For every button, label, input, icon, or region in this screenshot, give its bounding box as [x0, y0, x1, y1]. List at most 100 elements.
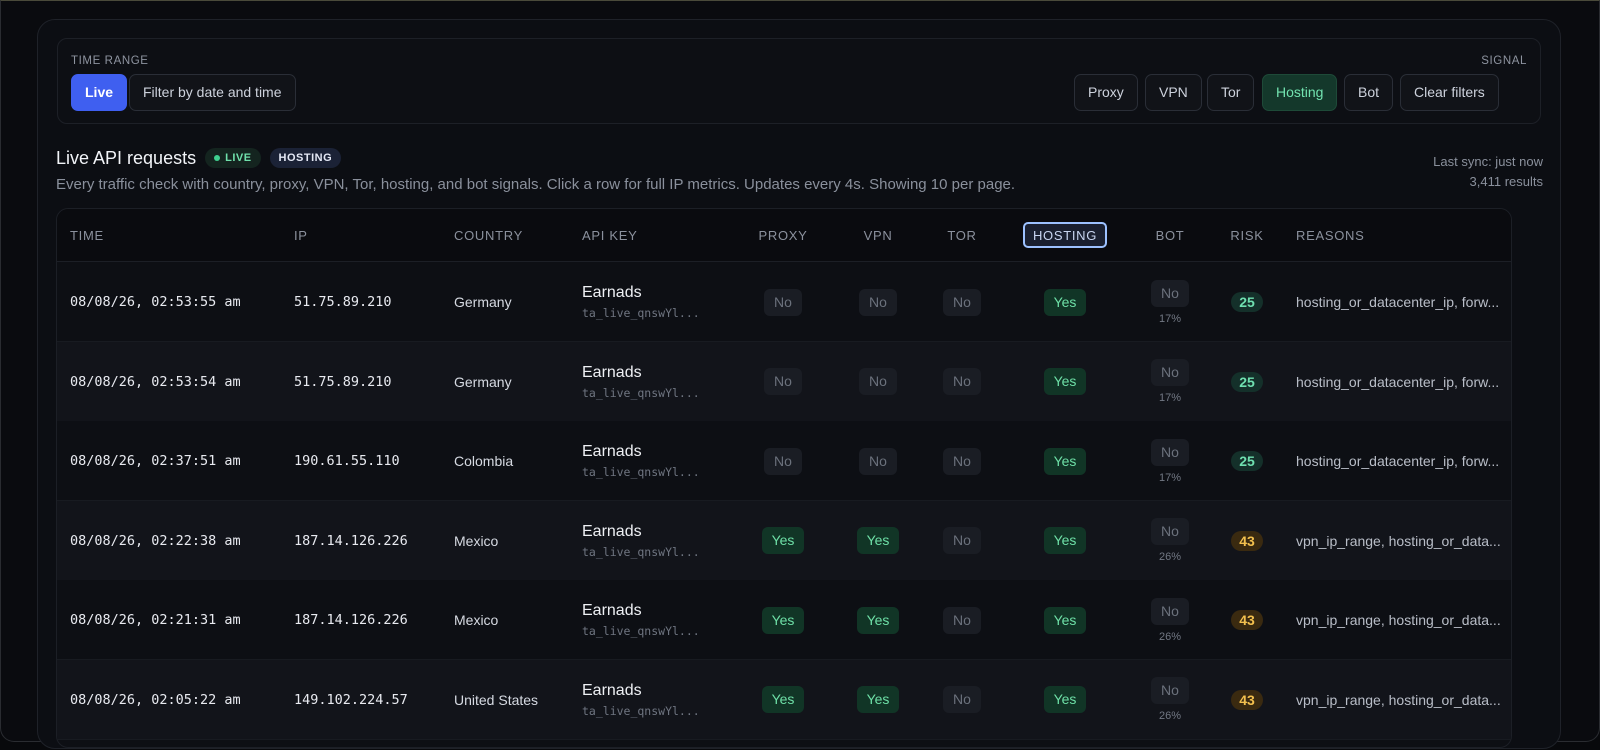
live-dot-icon: [214, 155, 221, 161]
cell-reasons: hosting_or_datacenter_ip, forw...: [1296, 342, 1506, 422]
live-button[interactable]: Live: [71, 74, 128, 111]
column-header-api-key[interactable]: API KEY: [582, 209, 637, 262]
column-header-tor[interactable]: TOR: [922, 209, 1002, 262]
cell-ip: 187.14.126.226: [294, 501, 444, 581]
risk-score-badge: 43: [1231, 530, 1263, 551]
cell-bot: No 26%: [1130, 501, 1210, 581]
column-header-vpn[interactable]: VPN: [838, 209, 918, 262]
cell-ip: 187.14.126.226: [294, 580, 444, 660]
hosting-badge: Yes: [1043, 288, 1087, 316]
signal-tor-button[interactable]: Tor: [1207, 74, 1255, 111]
clear-filters-button[interactable]: Clear filters: [1400, 74, 1499, 111]
tor-badge: No: [943, 447, 981, 475]
api-key-name: Earnads: [582, 602, 642, 619]
bot-probability: 26%: [1158, 630, 1182, 643]
bot-probability: 26%: [1158, 710, 1182, 722]
column-header-reasons[interactable]: REASONS: [1296, 209, 1364, 262]
column-header-country[interactable]: COUNTRY: [454, 209, 523, 262]
vpn-badge: Yes: [856, 527, 900, 554]
proxy-badge: Yes: [761, 527, 805, 554]
last-sync-text: Last sync: just now: [1433, 154, 1543, 169]
api-key-name: Earnads: [582, 284, 642, 301]
bot-badge: No: [1151, 438, 1189, 466]
api-key-id: ta_live_qnswYl...: [582, 624, 700, 638]
bot-badge: No: [1151, 597, 1189, 625]
cell-vpn: No: [838, 262, 918, 342]
cell-vpn: Yes: [838, 501, 918, 581]
ip-value: 149.102.224.57: [294, 691, 408, 708]
signal-bot-button[interactable]: Bot: [1344, 74, 1394, 111]
page-title: Live API requests: [56, 147, 197, 168]
cell-risk: 43: [1207, 501, 1287, 581]
signal-hosting-button[interactable]: Hosting: [1262, 74, 1338, 111]
table-row[interactable]: 08/08/26, 02:22:38 am 187.14.126.226 Mexic…: [57, 500, 1511, 581]
cell-country: Germany: [454, 262, 574, 342]
cell-proxy: Yes: [743, 660, 823, 740]
cell-proxy: Yes: [743, 580, 823, 660]
time-value: 08/08/26, 02:53:54 am: [70, 373, 241, 390]
column-header-proxy[interactable]: PROXY: [743, 209, 823, 262]
proxy-badge: Yes: [761, 686, 805, 713]
cell-tor: No: [922, 421, 1002, 501]
risk-score-badge: 43: [1231, 610, 1263, 630]
table-row[interactable]: 08/08/26, 02:37:51 am 190.61.55.110 Colomb…: [57, 421, 1511, 501]
country-value: Germany: [454, 294, 512, 310]
cell-risk: 25: [1207, 342, 1287, 422]
time-value: 08/08/26, 02:22:38 am: [70, 532, 241, 549]
ip-value: 187.14.126.226: [294, 612, 408, 628]
signal-vpn-button[interactable]: VPN: [1145, 74, 1202, 111]
api-key-name: Earnads: [582, 681, 642, 699]
cell-ip: 149.102.224.57: [294, 660, 444, 740]
cell-proxy: Yes: [743, 501, 823, 581]
vpn-badge: No: [859, 368, 897, 395]
table-row[interactable]: 08/08/26, 02:53:54 am 51.75.89.210 Germany…: [57, 341, 1511, 422]
table-row[interactable]: 08/08/26, 02:05:22 am 149.102.224.57 Unite…: [57, 659, 1511, 740]
cell-tor: No: [922, 501, 1002, 581]
time-value: 08/08/26, 02:05:22 am: [70, 691, 241, 708]
column-header-hosting-label: HOSTING: [1022, 222, 1108, 248]
cell-country: Mexico: [454, 501, 574, 581]
signal-proxy-button[interactable]: Proxy: [1074, 74, 1138, 111]
cell-proxy: No: [743, 421, 823, 501]
cell-proxy: No: [743, 342, 823, 422]
active-filter-badge: HOSTING: [269, 148, 342, 168]
column-header-bot[interactable]: BOT: [1130, 209, 1210, 262]
vpn-badge: Yes: [856, 686, 900, 713]
cell-proxy: No: [743, 262, 823, 342]
bot-probability: 26%: [1158, 551, 1182, 563]
country-value: Mexico: [454, 612, 499, 628]
time-range-label: TIME RANGE: [71, 55, 149, 67]
cell-bot: No 17%: [1130, 421, 1210, 501]
cell-key: Earnads ta_live_qnswYl...: [582, 262, 742, 342]
cell-bot: No 17%: [1130, 262, 1210, 342]
api-key-id: ta_live_qnswYl...: [582, 385, 700, 400]
column-header-time[interactable]: TIME: [70, 209, 104, 262]
cell-time: 08/08/26, 02:21:31 am: [70, 580, 290, 660]
result-count: 3,411 results: [1469, 174, 1543, 189]
bot-badge: No: [1151, 677, 1189, 704]
ip-value: 51.75.89.210: [294, 294, 392, 310]
cell-hosting: Yes: [1025, 342, 1105, 422]
cell-hosting: Yes: [1025, 421, 1105, 501]
cell-reasons: vpn_ip_range, hosting_or_data...: [1296, 501, 1506, 581]
table-row[interactable]: 08/08/26, 02:21:31 am 187.14.126.226 Mexic…: [57, 580, 1511, 660]
column-header-ip[interactable]: IP: [294, 209, 308, 262]
bot-badge: No: [1151, 518, 1189, 545]
risk-score-badge: 25: [1231, 292, 1263, 312]
table-row[interactable]: 08/08/26, 02:53:55 am 51.75.89.210 Germany…: [57, 262, 1511, 342]
cell-time: 08/08/26, 02:53:54 am: [70, 342, 290, 422]
reasons-text: hosting_or_datacenter_ip, forw...: [1296, 373, 1500, 390]
cell-reasons: hosting_or_datacenter_ip, forw...: [1296, 262, 1506, 342]
cell-time: 08/08/26, 02:37:51 am: [70, 421, 290, 501]
cell-time: 08/08/26, 02:05:22 am: [70, 660, 290, 740]
vpn-badge: No: [859, 288, 897, 316]
cell-key: Earnads ta_live_qnswYl...: [582, 580, 742, 660]
column-header-hosting[interactable]: HOSTING: [1015, 209, 1115, 262]
cell-risk: 25: [1207, 262, 1287, 342]
cell-reasons: hosting_or_datacenter_ip, forw...: [1296, 421, 1506, 501]
reasons-text: vpn_ip_range, hosting_or_data...: [1296, 532, 1501, 549]
cell-bot: No 26%: [1130, 660, 1210, 740]
date-filter-button[interactable]: Filter by date and time: [129, 74, 296, 111]
column-header-risk[interactable]: RISK: [1207, 209, 1287, 262]
cell-vpn: No: [838, 421, 918, 501]
